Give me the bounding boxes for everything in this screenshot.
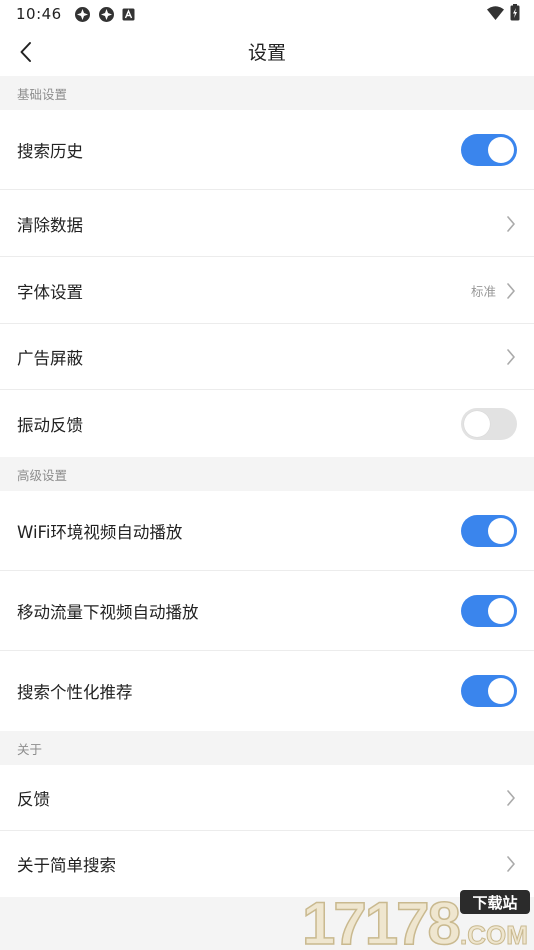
setting-label: 移动流量下视频自动播放 — [17, 603, 199, 622]
personalized-recommend-toggle[interactable] — [461, 675, 517, 707]
setting-label: 搜索历史 — [17, 142, 83, 161]
page-title: 设置 — [247, 42, 286, 64]
section-header-basic: 基础设置 — [0, 76, 534, 110]
setting-label: WiFi环境视频自动播放 — [17, 523, 183, 542]
wifi-autoplay-toggle[interactable] — [461, 515, 517, 547]
setting-label: 反馈 — [17, 790, 50, 809]
app-notification-icon — [98, 6, 114, 22]
battery-icon — [510, 4, 520, 21]
setting-label: 字体设置 — [17, 282, 83, 302]
section-header-advanced: 高级设置 — [0, 457, 534, 491]
chevron-right-icon — [506, 348, 516, 366]
status-time: 10:46 — [16, 5, 62, 23]
setting-row-font[interactable]: 字体设置 标准 — [0, 257, 534, 324]
setting-label: 清除数据 — [17, 215, 83, 235]
toggle-knob — [464, 410, 490, 437]
svg-text:.COM: .COM — [460, 920, 528, 950]
toggle-knob — [488, 518, 514, 544]
chevron-right-icon — [506, 855, 516, 873]
setting-label: 搜索个性化推荐 — [17, 683, 133, 702]
vibration-feedback-toggle[interactable] — [461, 407, 517, 440]
status-notification-icons — [74, 6, 135, 23]
section-header-about: 关于 — [0, 731, 534, 765]
wifi-icon — [487, 5, 504, 20]
setting-row-vibration: 振动反馈 — [0, 390, 534, 457]
svg-text:17178: 17178 — [302, 890, 459, 950]
search-history-toggle[interactable] — [461, 134, 517, 166]
status-system-icons — [487, 4, 520, 21]
setting-label: 振动反馈 — [17, 415, 83, 435]
setting-row-search-history: 搜索历史 — [0, 110, 534, 190]
mobile-autoplay-toggle[interactable] — [461, 595, 517, 627]
setting-label: 广告屏蔽 — [17, 349, 83, 368]
svg-text:下载站: 下载站 — [472, 894, 517, 912]
nav-bar: 设置 — [0, 28, 534, 76]
setting-row-personalized: 搜索个性化推荐 — [0, 651, 534, 731]
toggle-knob — [488, 678, 514, 704]
app-notification-icon — [74, 6, 90, 22]
setting-row-wifi-autoplay: WiFi环境视频自动播放 — [0, 491, 534, 571]
setting-row-feedback[interactable]: 反馈 — [0, 765, 534, 831]
font-size-value: 标准 — [470, 284, 496, 299]
toggle-knob — [488, 137, 514, 163]
toggle-knob — [488, 598, 514, 624]
chevron-right-icon — [506, 215, 516, 233]
setting-row-ad-block[interactable]: 广告屏蔽 — [0, 324, 534, 390]
status-bar: 10:46 — [0, 0, 534, 28]
app-badge-icon — [122, 8, 135, 20]
setting-row-clear-data[interactable]: 清除数据 — [0, 190, 534, 257]
chevron-right-icon — [506, 789, 516, 807]
setting-label: 关于简单搜索 — [17, 856, 116, 875]
chevron-right-icon — [506, 282, 516, 300]
setting-row-mobile-autoplay: 移动流量下视频自动播放 — [0, 571, 534, 651]
site-watermark-logo: 17178 下载站 .COM — [302, 889, 530, 950]
